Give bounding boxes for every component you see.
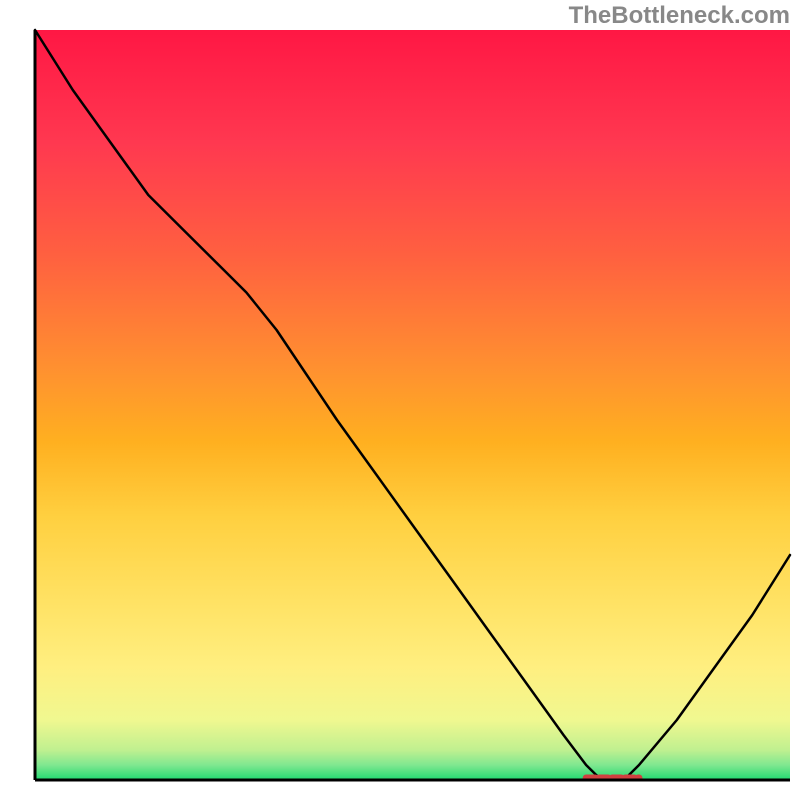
chart-svg: [0, 0, 800, 800]
watermark-text: TheBottleneck.com: [569, 2, 790, 30]
chart-container: [0, 0, 800, 800]
gradient-background: [35, 30, 790, 780]
